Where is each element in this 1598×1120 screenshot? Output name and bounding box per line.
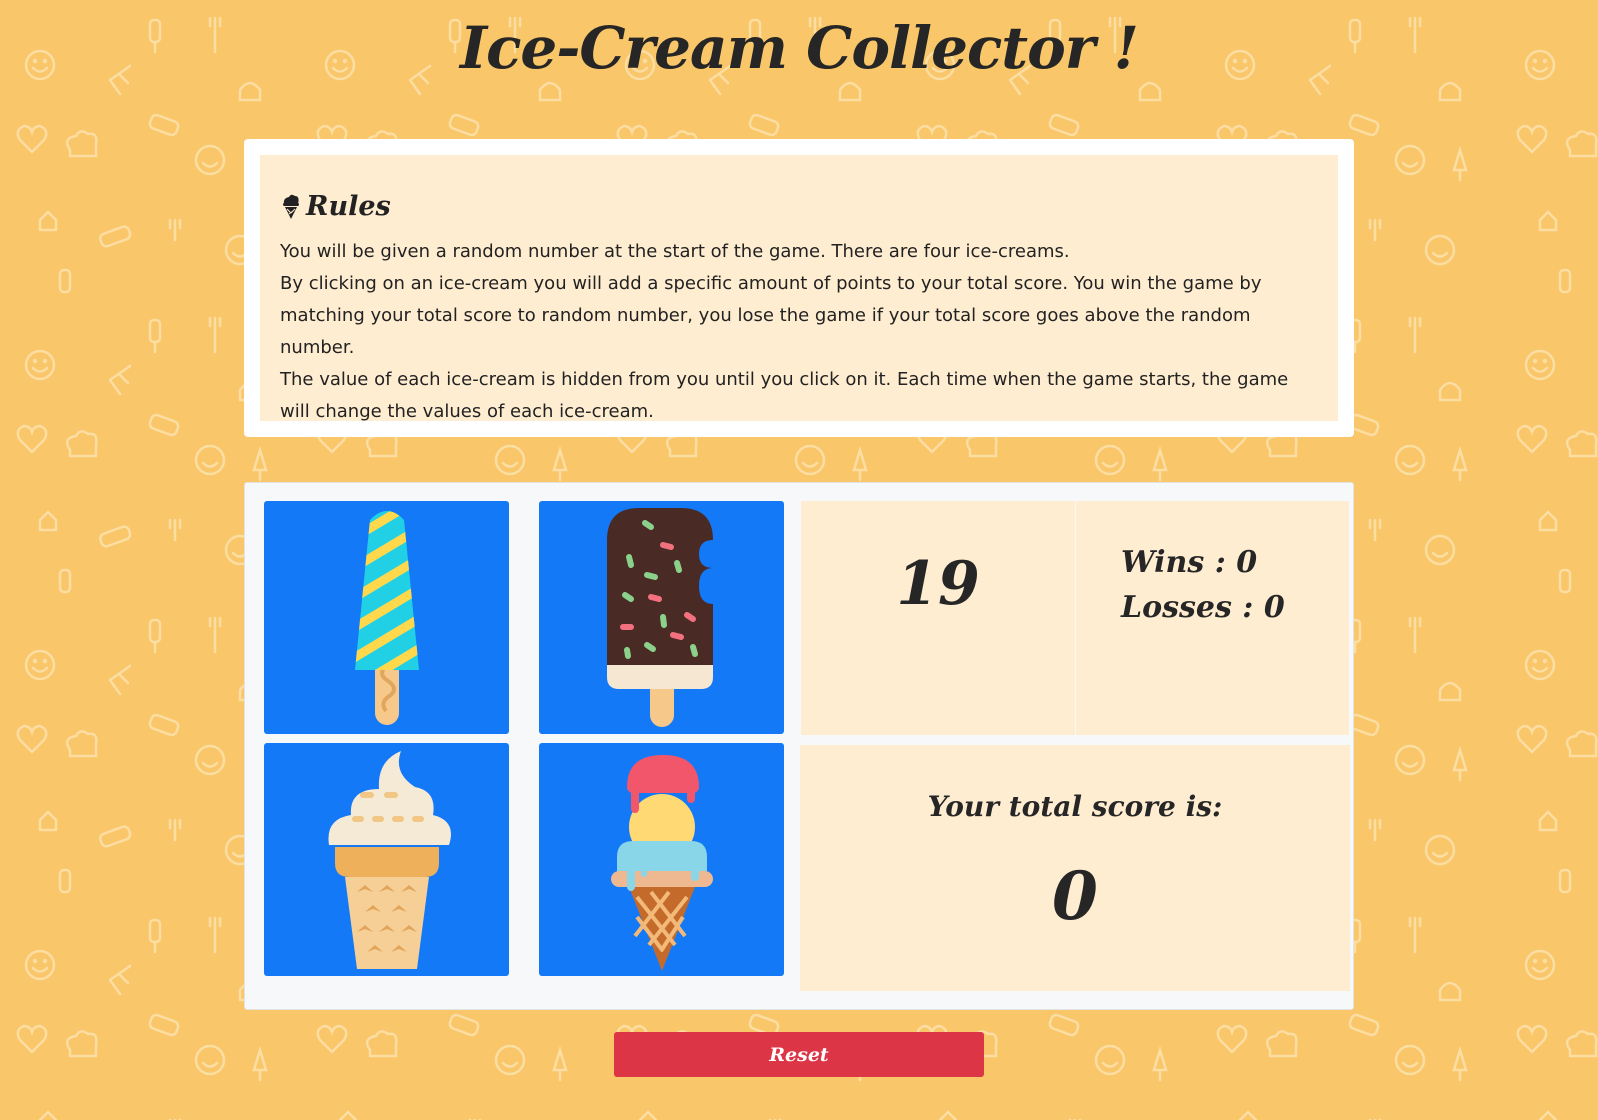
- ice-cream-cone-icon: [283, 194, 299, 219]
- ice-cream-tile-3[interactable]: [264, 743, 509, 976]
- rules-paragraph: By clicking on an ice-cream you will add…: [280, 273, 1262, 358]
- reset-button[interactable]: Reset: [614, 1032, 984, 1077]
- record-panel: Wins : 0 Losses : 0: [1076, 501, 1349, 735]
- chocolate-sprinkle-popsicle-icon: [606, 508, 713, 727]
- scoop-cone-icon: [610, 755, 713, 971]
- game-board: 19 Wins : 0 Losses : 0 Your total score …: [244, 482, 1354, 1010]
- rules-paragraph: You will be given a random number at the…: [280, 241, 1070, 262]
- soft-serve-cone-icon: [327, 751, 451, 969]
- score-value: 0: [1052, 857, 1098, 935]
- rules-text: You will be given a random number at the…: [280, 236, 1318, 428]
- rules-title: Rules: [306, 191, 391, 222]
- target-number-panel: 19: [801, 501, 1075, 735]
- rules-paragraph: The value of each ice-cream is hidden fr…: [280, 369, 1289, 422]
- page-title: Ice-Cream Collector !: [459, 14, 1139, 82]
- ice-cream-tile-4[interactable]: [539, 743, 784, 976]
- losses-count: Losses : 0: [1121, 590, 1285, 625]
- score-label: Your total score is:: [927, 790, 1223, 823]
- score-panel: Your total score is: 0: [800, 745, 1350, 991]
- ice-cream-tile-1[interactable]: [264, 501, 509, 734]
- rules-header: Rules: [280, 191, 1318, 222]
- target-number: 19: [896, 549, 980, 619]
- ice-cream-tile-2[interactable]: [539, 501, 784, 734]
- rules-card: Rules You will be given a random number …: [244, 139, 1354, 437]
- rules-panel: Rules You will be given a random number …: [260, 155, 1338, 422]
- wins-count: Wins : 0: [1121, 545, 1258, 580]
- striped-popsicle-icon: [354, 511, 419, 725]
